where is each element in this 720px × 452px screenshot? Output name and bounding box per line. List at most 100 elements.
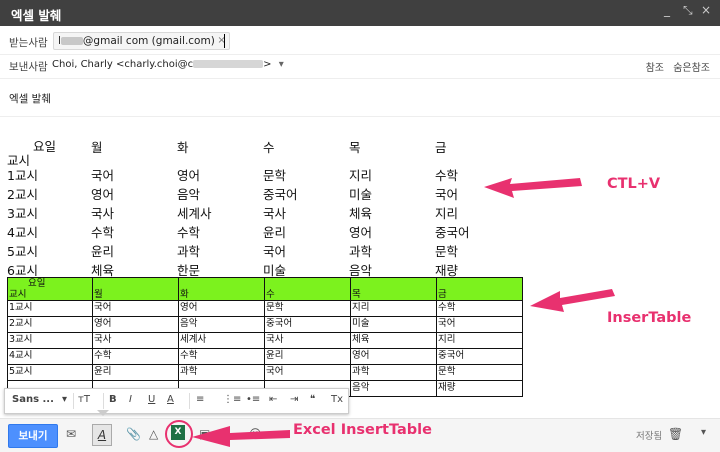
grid-cell[interactable]: 문학 xyxy=(264,300,351,317)
plain-cell: 2교시 xyxy=(7,187,38,202)
grid-cell[interactable]: 음악 xyxy=(350,380,437,397)
from-value-suffix: > xyxy=(263,59,272,70)
close-icon[interactable]: × xyxy=(701,3,711,17)
bold-icon[interactable]: B xyxy=(109,394,117,405)
annotation-insertable: InserTable xyxy=(607,310,692,326)
clear-format-icon[interactable]: Tx xyxy=(331,394,343,405)
plain-corner-bottom: 교시 xyxy=(7,153,31,168)
grid-cell[interactable]: 수학 xyxy=(92,348,179,365)
grid-cell[interactable]: 4교시 xyxy=(7,348,93,365)
plain-cell: 국사 xyxy=(91,206,115,221)
grid-cell[interactable]: 과학 xyxy=(178,364,265,381)
recipient-text: @gmail com (gmail.com) xyxy=(82,35,215,47)
grid-cell[interactable]: 영어 xyxy=(92,316,179,333)
font-family-caret-icon[interactable]: ▾ xyxy=(62,394,67,405)
grid-cell[interactable]: 국어 xyxy=(92,300,179,317)
formatting-options-icon[interactable]: A xyxy=(92,424,112,446)
plain-cell: 지리 xyxy=(349,168,373,183)
expand-icon[interactable]: ⤡ xyxy=(683,3,693,18)
plain-cell: 영어 xyxy=(91,187,115,202)
quote-icon[interactable]: ❝ xyxy=(310,394,315,405)
grid-cell[interactable]: 체육 xyxy=(350,332,437,349)
emoji-icon[interactable]: ☺ xyxy=(249,427,262,441)
to-label: 받는사람 xyxy=(9,37,48,49)
grid-day-header: 화 xyxy=(178,277,265,301)
inserted-table[interactable]: 요일 교시 월 화 수 목 금 1교시 국어 영어 문학 지리 수학 2교시 영어 음악 중국어… xyxy=(7,277,523,397)
grid-cell[interactable]: 3교시 xyxy=(7,332,93,349)
grid-cell[interactable]: 중국어 xyxy=(264,316,351,333)
drive-icon[interactable]: △ xyxy=(149,427,158,441)
grid-cell[interactable]: 1교시 xyxy=(7,300,93,317)
plain-cell: 영어 xyxy=(349,225,373,240)
grid-row: 4교시 수학 수학 윤리 영어 중국어 xyxy=(7,348,523,365)
bcc-link[interactable]: 숨은참조 xyxy=(673,63,710,74)
grid-cell[interactable]: 윤리 xyxy=(264,348,351,365)
plain-cell: 윤리 xyxy=(91,244,115,259)
grid-cell[interactable]: 영어 xyxy=(178,300,265,317)
plain-cell: 음악 xyxy=(177,187,201,202)
plain-cell: 국사 xyxy=(263,206,287,221)
grid-cell[interactable]: 문학 xyxy=(436,364,523,381)
grid-cell[interactable]: 국사 xyxy=(264,332,351,349)
grid-cell[interactable]: 지리 xyxy=(436,332,523,349)
attach-icon[interactable]: 📎 xyxy=(126,427,141,441)
plain-cell: 문학 xyxy=(263,168,287,183)
grid-row: 3교시 국사 세계사 국사 체육 지리 xyxy=(7,332,523,349)
grid-cell[interactable]: 윤리 xyxy=(92,364,179,381)
grid-cell[interactable]: 세계사 xyxy=(178,332,265,349)
grid-cell[interactable]: 중국어 xyxy=(436,348,523,365)
grid-cell[interactable]: 영어 xyxy=(350,348,437,365)
grid-cell[interactable]: 국사 xyxy=(92,332,179,349)
grid-cell[interactable]: 과학 xyxy=(350,364,437,381)
grid-cell[interactable]: 재량 xyxy=(436,380,523,397)
text-color-icon[interactable]: A xyxy=(167,394,174,405)
annotation-excel: Excel InsertTable xyxy=(293,422,432,438)
excel-highlight-ring xyxy=(165,420,193,448)
plain-cell: 국어 xyxy=(263,244,287,259)
plain-cell: 미술 xyxy=(349,187,373,202)
plain-cell: 과학 xyxy=(177,244,201,259)
from-value[interactable]: Choi, Charly <charly.choi@c > ▾ xyxy=(52,59,284,70)
font-family-select[interactable]: Sans ... xyxy=(12,394,54,405)
from-value-prefix: Choi, Charly <charly.choi@c xyxy=(52,59,194,70)
grid-cell[interactable]: 지리 xyxy=(350,300,437,317)
saved-status: 저장됨 xyxy=(636,431,663,442)
indent-more-icon[interactable]: ⇥ xyxy=(290,394,298,405)
trash-icon[interactable]: 🗑 xyxy=(668,427,683,441)
grid-cell[interactable]: 국어 xyxy=(436,316,523,333)
font-size-icon[interactable]: тT xyxy=(78,394,90,405)
plain-corner-cell: 요일 교시 xyxy=(7,137,91,168)
grid-corner-bottom: 교시 xyxy=(9,289,27,300)
to-row[interactable]: 받는사람 l @gmail com (gmail.com) × xyxy=(0,27,720,55)
redacted-blur xyxy=(193,60,264,68)
toolbar-divider xyxy=(189,393,190,409)
cc-link[interactable]: 참조 xyxy=(646,63,664,74)
recipient-chip[interactable]: l @gmail com (gmail.com) × xyxy=(53,32,230,50)
plain-cell: 지리 xyxy=(435,206,459,221)
plain-cell: 국어 xyxy=(435,187,459,202)
window-title: 엑셀 발췌 xyxy=(11,8,62,23)
grid-cell[interactable]: 수학 xyxy=(178,348,265,365)
more-options-icon[interactable]: ▾ xyxy=(701,427,706,438)
send-button[interactable]: 보내기 xyxy=(8,424,58,448)
align-icon[interactable]: ≡ xyxy=(196,394,204,405)
grid-cell[interactable]: 수학 xyxy=(436,300,523,317)
grid-cell[interactable]: 음악 xyxy=(178,316,265,333)
grid-cell[interactable]: 5교시 xyxy=(7,364,93,381)
minimize-icon[interactable]: _ xyxy=(664,3,670,17)
grid-cell[interactable]: 미술 xyxy=(350,316,437,333)
confidential-icon[interactable]: ✉ xyxy=(66,427,76,441)
grid-cell[interactable]: 국어 xyxy=(264,364,351,381)
grid-cell[interactable]: 2교시 xyxy=(7,316,93,333)
plain-cell: 5교시 xyxy=(7,244,38,259)
underline-icon[interactable]: U xyxy=(148,394,155,405)
subject-field[interactable]: 엑셀 발췌 xyxy=(0,78,720,117)
plain-row: 5교시 윤리 과학 국어 과학 문학 xyxy=(7,241,470,260)
numbered-list-icon[interactable]: ⋮≡ xyxy=(223,394,241,405)
plain-day-header: 목 xyxy=(349,140,361,155)
bulleted-list-icon[interactable]: •≡ xyxy=(246,394,260,405)
from-dropdown-icon[interactable]: ▾ xyxy=(279,59,284,70)
italic-icon[interactable]: I xyxy=(129,394,132,405)
indent-less-icon[interactable]: ⇤ xyxy=(269,394,277,405)
photo-icon[interactable]: ▣ xyxy=(199,427,210,441)
